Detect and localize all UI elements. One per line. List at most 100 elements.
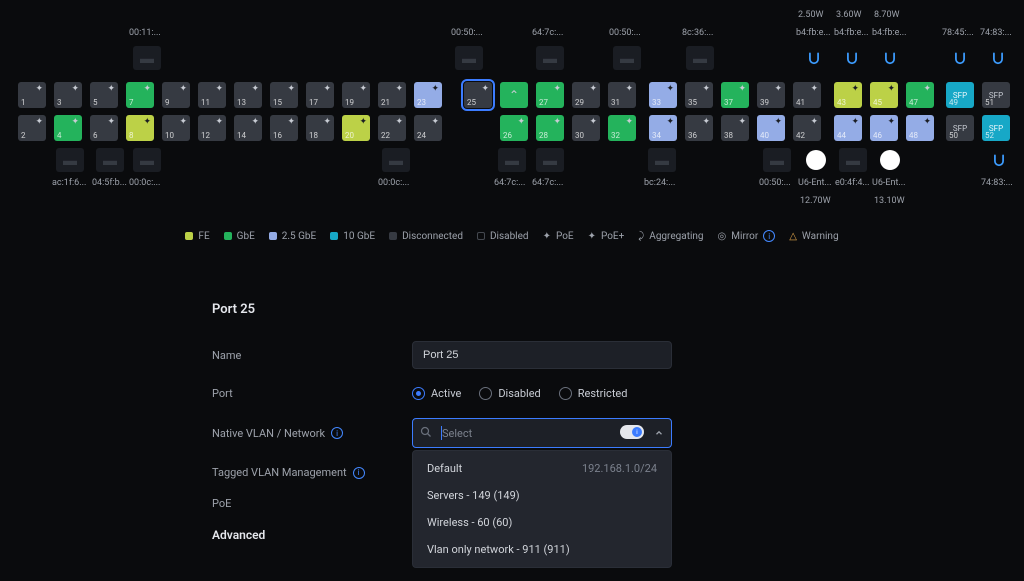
port-34[interactable]: ✦34 xyxy=(649,115,677,141)
device-mac-label: e0:4f:4... xyxy=(835,178,870,188)
port-26[interactable]: ✦26 xyxy=(500,115,528,141)
ap-device-icon[interactable] xyxy=(946,46,974,70)
port-config-panel: Port 25 Name Port Active Disabled Restri… xyxy=(152,302,872,542)
port-20[interactable]: ✦20 xyxy=(342,115,370,141)
switch-device-icon[interactable]: ▬ xyxy=(56,148,84,172)
port-9[interactable]: ✦9 xyxy=(162,82,190,108)
radio-restricted[interactable]: Restricted xyxy=(559,387,628,400)
port-51[interactable]: SFP51 xyxy=(982,82,1010,108)
port-uplink[interactable]: ⌃ xyxy=(500,82,528,108)
panel-title: Port 25 xyxy=(212,302,812,317)
port-36[interactable]: ✦36 xyxy=(685,115,713,141)
port-7[interactable]: ✦7 xyxy=(126,82,154,108)
port-11[interactable]: ✦11 xyxy=(198,82,226,108)
switch-device-icon[interactable]: ▬ xyxy=(455,46,483,70)
switch-device-icon[interactable]: ▬ xyxy=(839,148,867,172)
switch-device-icon[interactable]: ▬ xyxy=(133,148,161,172)
port-label: Port xyxy=(212,387,412,400)
port-48[interactable]: ✦48 xyxy=(906,115,934,141)
ap-device-icon[interactable] xyxy=(876,46,904,70)
dropdown-item[interactable]: Default192.168.1.0/24 xyxy=(413,455,671,482)
port-14[interactable]: ✦14 xyxy=(234,115,262,141)
switch-device-icon[interactable]: ▬ xyxy=(536,148,564,172)
legend: FE GbE 2.5 GbE 10 GbE Disconnected Disab… xyxy=(0,230,1024,242)
switch-device-icon[interactable]: ▬ xyxy=(763,148,791,172)
vlan-dropdown: Default192.168.1.0/24Servers - 149 (149)… xyxy=(412,450,672,568)
port-31[interactable]: ✦31 xyxy=(608,82,636,108)
port-6[interactable]: ✦6 xyxy=(90,115,118,141)
port-30[interactable]: ✦30 xyxy=(572,115,600,141)
port-41[interactable]: ✦41 xyxy=(793,82,821,108)
port-35[interactable]: ✦35 xyxy=(685,82,713,108)
port-13[interactable]: ✦13 xyxy=(234,82,262,108)
search-icon xyxy=(420,426,432,441)
switch-device-icon[interactable]: ▬ xyxy=(498,148,526,172)
radio-active[interactable]: Active xyxy=(412,387,461,400)
port-27[interactable]: ✦27 xyxy=(536,82,564,108)
ap-device-icon[interactable] xyxy=(984,46,1012,70)
port-47[interactable]: ✦47 xyxy=(906,82,934,108)
device-mac-label: 64:7c:... xyxy=(532,178,563,188)
port-39[interactable]: ✦39 xyxy=(757,82,785,108)
switch-device-icon[interactable]: ▬ xyxy=(133,46,161,70)
ap-device-icon[interactable] xyxy=(985,148,1013,172)
port-52[interactable]: SFP52 xyxy=(982,115,1010,141)
device-mac-label: 78:45:... xyxy=(942,28,974,38)
port-32[interactable]: ✦32 xyxy=(608,115,636,141)
port-19[interactable]: ✦19 xyxy=(342,82,370,108)
device-watt-label: 12.70W xyxy=(800,196,831,206)
port-10[interactable]: ✦10 xyxy=(162,115,190,141)
info-icon[interactable]: i xyxy=(763,230,775,242)
port-21[interactable]: ✦21 xyxy=(378,82,406,108)
dropdown-item[interactable]: Vlan only network - 911 (911) xyxy=(413,536,671,563)
port-45[interactable]: ✦45 xyxy=(870,82,898,108)
port-29[interactable]: ✦29 xyxy=(572,82,600,108)
switch-device-icon[interactable]: ▬ xyxy=(613,46,641,70)
ap-device-icon[interactable] xyxy=(802,148,830,172)
switch-device-icon[interactable]: ▬ xyxy=(686,46,714,70)
info-icon[interactable]: i xyxy=(353,467,365,479)
port-12[interactable]: ✦12 xyxy=(198,115,226,141)
vlan-select[interactable]: Select i xyxy=(412,418,672,448)
port-42[interactable]: ✦42 xyxy=(793,115,821,141)
port-15[interactable]: ✦15 xyxy=(270,82,298,108)
port-44[interactable]: ✦44 xyxy=(834,115,862,141)
dropdown-item[interactable]: Wireless - 60 (60) xyxy=(413,509,671,536)
port-22[interactable]: ✦22 xyxy=(378,115,406,141)
port-28[interactable]: ✦28 xyxy=(536,115,564,141)
radio-disabled[interactable]: Disabled xyxy=(479,387,540,400)
port-8[interactable]: ✦8 xyxy=(126,115,154,141)
port-49[interactable]: SFP49 xyxy=(946,82,974,108)
toggle[interactable]: i xyxy=(620,425,644,439)
switch-device-icon[interactable]: ▬ xyxy=(382,148,410,172)
port-1[interactable]: ✦1 xyxy=(18,82,46,108)
switch-device-icon[interactable]: ▬ xyxy=(648,148,676,172)
name-input[interactable] xyxy=(412,341,672,369)
switch-device-icon[interactable]: ▬ xyxy=(96,148,124,172)
switch-device-icon[interactable]: ▬ xyxy=(536,46,564,70)
poe-icon: ✦ xyxy=(543,231,551,242)
port-33[interactable]: ✦33 xyxy=(649,82,677,108)
port-40[interactable]: ✦40 xyxy=(757,115,785,141)
ap-device-icon[interactable] xyxy=(876,148,904,172)
port-2[interactable]: ✦2 xyxy=(18,115,46,141)
ap-device-icon[interactable] xyxy=(838,46,866,70)
port-37[interactable]: ✦37 xyxy=(721,82,749,108)
port-24[interactable]: ✦24 xyxy=(414,115,442,141)
port-46[interactable]: ✦46 xyxy=(870,115,898,141)
dropdown-item[interactable]: Servers - 149 (149) xyxy=(413,482,671,509)
port-3[interactable]: ✦3 xyxy=(54,82,82,108)
port-50[interactable]: SFP50 xyxy=(946,115,974,141)
port-5[interactable]: ✦5 xyxy=(90,82,118,108)
port-18[interactable]: ✦18 xyxy=(306,115,334,141)
port-16[interactable]: ✦16 xyxy=(270,115,298,141)
port-25[interactable]: ✦25 xyxy=(464,82,492,108)
port-4[interactable]: ✦4 xyxy=(54,115,82,141)
port-38[interactable]: ✦38 xyxy=(721,115,749,141)
info-icon[interactable]: i xyxy=(331,427,343,439)
device-watt-label: 8.70W xyxy=(874,10,900,20)
port-17[interactable]: ✦17 xyxy=(306,82,334,108)
port-43[interactable]: ✦43 xyxy=(834,82,862,108)
port-23[interactable]: ✦23 xyxy=(414,82,442,108)
ap-device-icon[interactable] xyxy=(800,46,828,70)
